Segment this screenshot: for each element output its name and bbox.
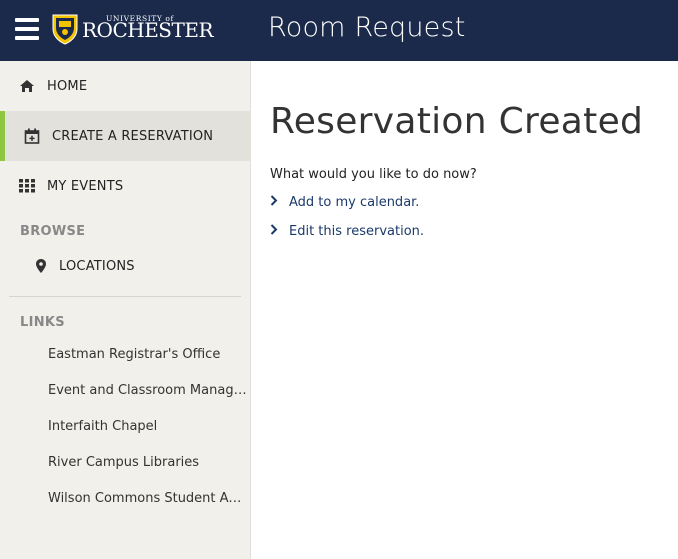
edit-reservation-link[interactable]: Edit this reservation. (270, 224, 424, 239)
map-pin-icon (33, 258, 49, 274)
sidebar-link-river-campus-libraries[interactable]: River Campus Libraries (48, 455, 248, 470)
sidebar-item-home[interactable]: HOME (0, 61, 251, 111)
sidebar-divider (9, 296, 241, 297)
sidebar-item-label: MY EVENTS (47, 178, 124, 194)
sidebar-item-create-reservation[interactable]: CREATE A RESERVATION (0, 111, 251, 161)
main-content: Reservation Created What would you like … (252, 61, 678, 559)
sidebar-item-label: HOME (47, 78, 88, 94)
next-steps-prompt: What would you like to do now? (270, 167, 477, 182)
chevron-right-icon (270, 224, 282, 239)
links-section-title: LINKS (20, 315, 65, 330)
sidebar: HOME CREATE A RESERVATION MY EVENTS BROW… (0, 61, 251, 559)
action-label: Add to my calendar. (289, 195, 420, 210)
sidebar-item-label: CREATE A RESERVATION (52, 128, 214, 144)
shield-icon (52, 14, 78, 45)
browse-section-title: BROWSE (20, 224, 86, 239)
sidebar-item-my-events[interactable]: MY EVENTS (0, 161, 251, 211)
logo-big-text: ROCHESTER (82, 18, 214, 42)
calendar-plus-icon (24, 128, 40, 144)
page-title: Reservation Created (270, 101, 644, 142)
sidebar-item-locations[interactable]: LOCATIONS (0, 241, 251, 291)
home-icon (19, 78, 35, 94)
app-title: Room Request (268, 12, 466, 43)
sidebar-link-interfaith-chapel[interactable]: Interfaith Chapel (48, 419, 248, 434)
add-to-calendar-link[interactable]: Add to my calendar. (270, 195, 419, 210)
sidebar-link-event-classroom-management[interactable]: Event and Classroom Management (48, 383, 248, 398)
sidebar-link-wilson-commons[interactable]: Wilson Commons Student Activities (48, 491, 248, 506)
grid-icon (19, 178, 35, 194)
chevron-right-icon (270, 195, 282, 210)
sidebar-link-eastman-registrar[interactable]: Eastman Registrar's Office (48, 347, 248, 362)
sidebar-item-label: LOCATIONS (59, 258, 135, 274)
menu-icon[interactable] (15, 18, 39, 40)
action-label: Edit this reservation. (289, 224, 425, 239)
top-bar: UNIVERSITY of ROCHESTER Room Request (0, 0, 678, 61)
